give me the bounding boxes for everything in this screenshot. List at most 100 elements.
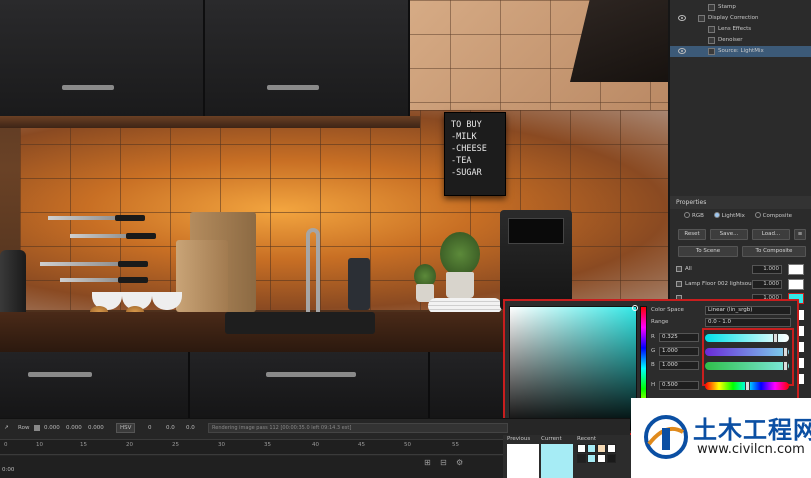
layer-item-lens-effects[interactable]: Lens Effects <box>670 24 811 35</box>
layer-item-source-lightmix[interactable]: Source: LightMix <box>670 46 811 57</box>
extra-value[interactable]: 0.0 <box>166 425 175 431</box>
ruler-tick: 20 <box>126 442 133 448</box>
radio-composite[interactable] <box>754 212 761 218</box>
layer-checkbox[interactable] <box>708 4 715 11</box>
knife <box>48 216 118 220</box>
channel-field-g[interactable]: 1.000 <box>659 347 699 356</box>
lower-cabinet <box>190 352 430 418</box>
to-composite-button[interactable]: To Composite <box>742 246 806 257</box>
radio-rgb[interactable] <box>684 212 690 218</box>
recent-swatch[interactable] <box>577 444 586 453</box>
transport-icon[interactable]: ⊞ <box>424 458 431 467</box>
faucet <box>306 228 320 314</box>
sink <box>225 312 375 334</box>
range-label: Range <box>651 319 669 325</box>
extra-value[interactable]: 0 <box>148 425 152 431</box>
channel-field-r[interactable]: 0.325 <box>659 333 699 342</box>
layer-label: Stamp <box>718 4 736 10</box>
light-row-all[interactable]: All 1.000 <box>676 264 808 275</box>
recent-swatch[interactable] <box>607 454 616 463</box>
light-name: Lamp Floor 002 lightsou <box>685 281 752 287</box>
ruler-tick: 45 <box>358 442 365 448</box>
site-watermark: 土木工程网 www.civilcn.com <box>631 398 811 478</box>
channel-field-b[interactable]: 1.000 <box>659 361 699 370</box>
load-button[interactable]: Load... <box>752 229 790 240</box>
ruler-tick: 0 <box>4 442 8 448</box>
layer-item-display-correction[interactable]: Display Correction <box>670 13 811 24</box>
layer-item-stamp[interactable]: Stamp <box>670 2 811 13</box>
cabinet-handle <box>267 85 319 90</box>
light-intensity-field[interactable]: 1.000 <box>752 265 782 274</box>
light-color-swatch[interactable] <box>788 279 804 290</box>
menu-button[interactable]: ≡ <box>794 229 806 240</box>
render-status: Rendering image pass 112 [00:00:35.0 lef… <box>208 423 508 433</box>
recent-swatch[interactable] <box>607 444 616 453</box>
radio-lightmix[interactable] <box>713 212 720 218</box>
slider-h[interactable] <box>705 381 789 391</box>
light-checkbox[interactable] <box>676 266 682 272</box>
range-select[interactable]: 0.0 - 1.0 <box>705 318 791 327</box>
row-value[interactable]: 0.000 <box>66 425 82 431</box>
ruler-tick: 50 <box>404 442 411 448</box>
row-swatch[interactable] <box>34 425 40 431</box>
light-intensity-field[interactable]: 1.000 <box>752 280 782 289</box>
color-space-select[interactable]: Linear (lin_srgb) <box>705 306 791 315</box>
recent-swatch[interactable] <box>587 454 596 463</box>
slider-knob[interactable] <box>745 381 750 391</box>
color-space-label: Color Space <box>651 307 684 313</box>
ruler-tick: 15 <box>80 442 87 448</box>
cabinet-handle <box>266 372 356 377</box>
layer-label: Lens Effects <box>718 26 752 32</box>
ruler-tick: 25 <box>172 442 179 448</box>
eye-icon[interactable] <box>678 15 686 21</box>
ruler-tick: 40 <box>312 442 319 448</box>
save-button[interactable]: Save... <box>710 229 748 240</box>
under-cabinet-light <box>0 116 420 128</box>
layer-label: Denoiser <box>718 37 743 43</box>
layer-checkbox[interactable] <box>708 48 715 55</box>
recent-swatch[interactable] <box>587 444 596 453</box>
previous-label: Previous <box>507 436 531 442</box>
layer-checkbox[interactable] <box>708 26 715 33</box>
light-row-lamp[interactable]: Lamp Floor 002 lightsou 1.000 <box>676 279 808 290</box>
recent-swatch[interactable] <box>597 444 606 453</box>
layer-label: Display Correction <box>708 15 759 21</box>
sv-handle[interactable] <box>632 305 638 311</box>
reset-button[interactable]: Reset <box>678 229 706 240</box>
layer-checkbox[interactable] <box>708 37 715 44</box>
current-color-swatch[interactable] <box>541 444 573 478</box>
light-name: All <box>685 266 692 272</box>
eye-icon[interactable] <box>678 48 686 54</box>
shopping-chalkboard: TO BUY -MILK -CHEESE -TEA -SUGAR <box>444 112 506 196</box>
radio-label: RGB <box>692 213 704 219</box>
knife <box>40 262 120 266</box>
layer-label: Source: LightMix <box>718 48 764 54</box>
cabinet-handle <box>28 372 92 377</box>
mode-select[interactable]: HSV <box>116 423 136 433</box>
plant <box>440 232 480 276</box>
civilcn-logo-icon <box>644 415 688 459</box>
tool-icon[interactable]: ↗ <box>4 425 9 431</box>
extra-value[interactable]: 0.0 <box>186 425 195 431</box>
light-color-swatch[interactable] <box>788 264 804 275</box>
layer-tree: Stamp Display Correction Lens Effects De… <box>670 2 811 57</box>
channel-field-h[interactable]: 0.500 <box>659 381 699 390</box>
row-value[interactable]: 0.000 <box>44 425 60 431</box>
light-checkbox[interactable] <box>676 281 682 287</box>
highlight-box <box>702 328 794 386</box>
settings-icon[interactable]: ⚙ <box>456 458 463 467</box>
channel-label-h: H <box>651 382 656 388</box>
previous-color-swatch[interactable] <box>507 444 539 478</box>
layer-item-denoiser[interactable]: Denoiser <box>670 35 811 46</box>
row-value[interactable]: 0.000 <box>88 425 104 431</box>
coffee-panel <box>508 218 564 244</box>
recent-swatch[interactable] <box>577 454 586 463</box>
saturation-value-square[interactable] <box>509 305 638 431</box>
current-label: Current <box>541 436 562 442</box>
upper-cabinet-right <box>205 0 410 118</box>
channel-label-g: G <box>651 348 656 354</box>
recent-swatch[interactable] <box>597 454 606 463</box>
to-scene-button[interactable]: To Scene <box>678 246 738 257</box>
transport-icon[interactable]: ⊟ <box>440 458 447 467</box>
layer-checkbox[interactable] <box>698 15 705 22</box>
